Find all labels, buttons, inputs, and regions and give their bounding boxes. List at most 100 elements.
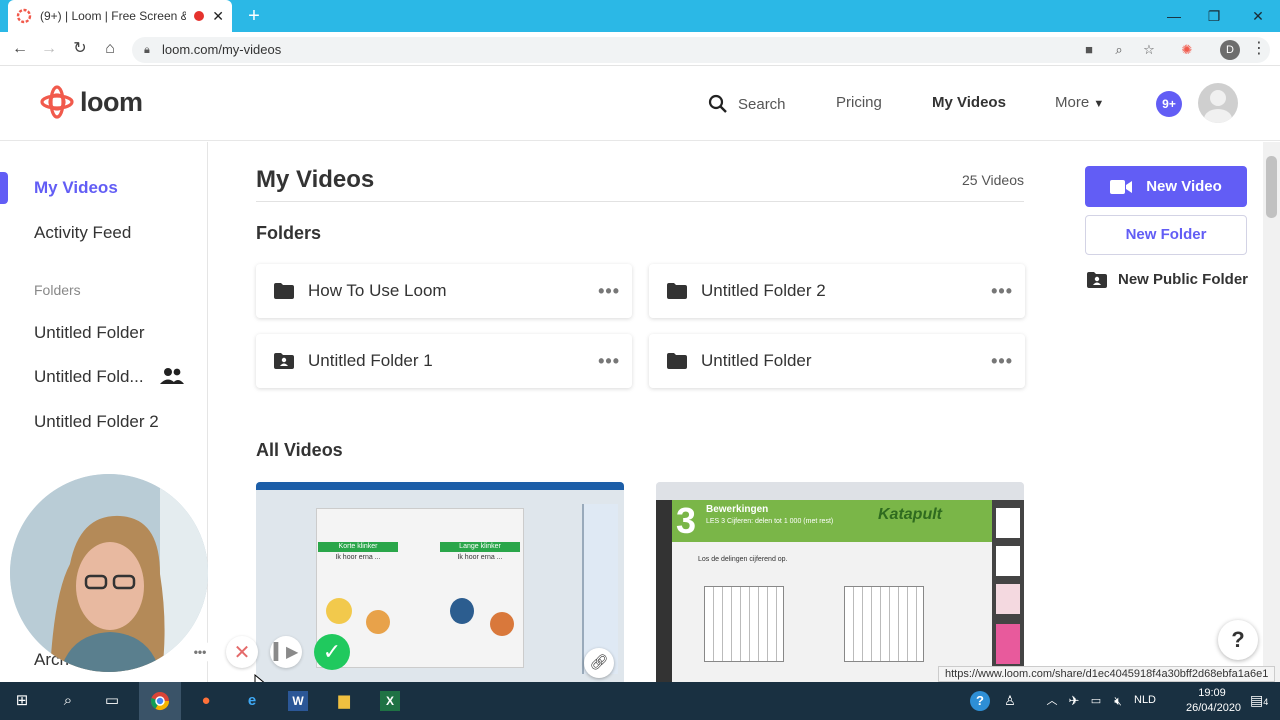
- tray-expand-icon[interactable]: ︿: [1042, 691, 1062, 711]
- address-bar-row: ← → ↻ ⌂ 🔒︎ loom.com/my-videos ■ ⌕ ☆ ✺ ⋮: [0, 32, 1280, 66]
- taskbar-search-icon[interactable]: ⌕: [58, 691, 78, 711]
- help-button[interactable]: ?: [1218, 620, 1258, 660]
- video-thumbnail[interactable]: Korte klinker Lange klinker Ik hoor erna…: [256, 482, 624, 682]
- people-icon[interactable]: ♙: [1000, 691, 1020, 711]
- folder-card[interactable]: Untitled Folder 2 •••: [649, 264, 1025, 318]
- home-icon[interactable]: ⌂: [101, 40, 119, 58]
- thumb-heading: Bewerkingen: [706, 504, 769, 515]
- windows-start-icon[interactable]: ⊞: [12, 691, 32, 711]
- folder-options-icon[interactable]: •••: [598, 351, 620, 372]
- new-video-button[interactable]: New Video: [1085, 166, 1247, 207]
- volume-muted-icon[interactable]: 🔇︎: [1108, 691, 1128, 711]
- browser-tab-bar: (9+) | Loom | Free Screen & • ✕ + — ❐ ✕: [0, 0, 1280, 32]
- camera-permission-icon[interactable]: ■: [1080, 41, 1098, 59]
- folder-card[interactable]: Untitled Folder •••: [649, 334, 1025, 388]
- firefox-icon[interactable]: ●: [196, 691, 216, 711]
- close-window-icon[interactable]: ✕: [1248, 6, 1268, 26]
- chrome-logo-icon: [150, 692, 169, 711]
- new-public-folder-button[interactable]: New Public Folder: [1087, 271, 1248, 288]
- folder-name: Untitled Folder 2: [701, 281, 826, 300]
- recorder-more-icon[interactable]: •••: [188, 640, 212, 664]
- scrollbar[interactable]: [1263, 142, 1280, 682]
- file-explorer-icon[interactable]: ▆: [334, 691, 354, 711]
- user-avatar[interactable]: [1198, 83, 1238, 123]
- airplane-icon[interactable]: ✈: [1064, 691, 1084, 711]
- browser-tab[interactable]: (9+) | Loom | Free Screen & • ✕: [8, 0, 232, 32]
- nav-more[interactable]: More ▼: [1055, 94, 1104, 111]
- folder-options-icon[interactable]: •••: [598, 281, 620, 302]
- reload-icon[interactable]: ↻: [71, 40, 89, 58]
- folder-options-icon[interactable]: •••: [991, 281, 1013, 302]
- thumb-browser-bar: [656, 482, 1024, 500]
- loom-favicon-icon: [16, 8, 32, 24]
- minimize-icon[interactable]: —: [1164, 6, 1184, 26]
- video-thumbnail[interactable]: 3 Bewerkingen LES 3 Cijferen: delen tot …: [656, 482, 1024, 682]
- sidebar-item-my-videos[interactable]: My Videos: [34, 178, 118, 198]
- input-language[interactable]: NLD: [1134, 694, 1156, 706]
- thumb-grid: [844, 586, 924, 662]
- nav-pricing[interactable]: Pricing: [836, 94, 882, 111]
- notifications-badge[interactable]: 9+: [1156, 91, 1182, 117]
- recorder-pause-icon[interactable]: ▍▶: [270, 636, 302, 668]
- scrollbar-thumb[interactable]: [1266, 156, 1277, 218]
- loom-extension-icon[interactable]: ✺: [1178, 41, 1196, 59]
- user-avatar-icon: [1204, 90, 1232, 123]
- url-input[interactable]: 🔒︎ loom.com/my-videos ■ ⌕ ☆ ✺: [132, 37, 1270, 63]
- task-view-icon[interactable]: ▭: [102, 691, 122, 711]
- tab-title: (9+) | Loom | Free Screen & •: [40, 9, 187, 23]
- loom-logo[interactable]: loom: [40, 85, 143, 119]
- link-status-url: https://www.loom.com/share/d1ec4045918f4…: [938, 666, 1276, 682]
- sidebar-folder-item[interactable]: Untitled Fold...: [34, 367, 144, 387]
- thumb-image-icon: [326, 598, 352, 624]
- search-button[interactable]: Search: [708, 94, 786, 114]
- battery-icon[interactable]: ▭: [1086, 691, 1106, 711]
- new-tab-button[interactable]: +: [244, 6, 264, 26]
- thumb-grid: [704, 586, 784, 662]
- thumb-lesson-number: 3: [676, 500, 697, 541]
- close-tab-icon[interactable]: ✕: [212, 8, 224, 25]
- sidebar-folder-item[interactable]: Untitled Folder: [34, 323, 145, 343]
- word-icon[interactable]: W: [288, 691, 308, 711]
- sidebar-folders-heading: Folders: [34, 282, 81, 298]
- shared-folder-icon: [274, 353, 294, 369]
- clock-time: 19:09: [1198, 687, 1226, 699]
- recording-indicator-icon: [194, 11, 205, 21]
- zoom-icon[interactable]: ⌕: [1110, 41, 1128, 59]
- bookmark-star-icon[interactable]: ☆: [1140, 41, 1158, 59]
- folder-card[interactable]: Untitled Folder 1 •••: [256, 334, 632, 388]
- forward-icon[interactable]: →: [40, 40, 58, 58]
- webcam-person-image: [10, 474, 208, 672]
- back-icon[interactable]: ←: [11, 40, 29, 58]
- thumb-page-preview: [996, 546, 1020, 576]
- internet-explorer-icon[interactable]: e: [242, 691, 262, 711]
- url-text: loom.com/my-videos: [162, 42, 282, 57]
- copy-link-icon[interactable]: 🔗︎: [584, 648, 614, 678]
- thumb-page-preview: [996, 624, 1020, 664]
- notification-center-icon[interactable]: ▤4: [1250, 692, 1268, 709]
- new-folder-button[interactable]: New Folder: [1085, 215, 1247, 255]
- active-indicator: [0, 172, 8, 204]
- caret-down-icon: ▼: [1093, 98, 1105, 110]
- folder-options-icon[interactable]: •••: [991, 351, 1013, 372]
- folders-heading: Folders: [256, 223, 322, 243]
- video-camera-icon: [1110, 179, 1133, 194]
- chrome-icon[interactable]: [150, 691, 170, 711]
- folder-card[interactable]: How To Use Loom •••: [256, 264, 632, 318]
- lock-icon: 🔒︎: [144, 44, 150, 56]
- restore-icon[interactable]: ❐: [1204, 6, 1224, 26]
- sidebar-folder-item[interactable]: Untitled Folder 2: [34, 412, 159, 432]
- nav-my-videos[interactable]: My Videos: [932, 94, 1006, 111]
- new-video-label: New Video: [1146, 178, 1222, 195]
- excel-icon[interactable]: X: [380, 691, 400, 711]
- all-videos-heading: All Videos: [256, 440, 343, 460]
- browser-menu-icon[interactable]: ⋮: [1250, 40, 1268, 58]
- folder-name: How To Use Loom: [308, 281, 447, 300]
- thumb-page-preview: [996, 508, 1020, 538]
- clock[interactable]: 19:09 26/04/2020: [1186, 686, 1241, 716]
- help-tray-icon[interactable]: ?: [970, 691, 990, 711]
- webcam-bubble[interactable]: [10, 474, 208, 672]
- sidebar-item-activity-feed[interactable]: Activity Feed: [34, 223, 131, 243]
- recorder-done-icon[interactable]: ✓: [314, 634, 350, 670]
- profile-avatar[interactable]: D: [1220, 40, 1240, 60]
- recorder-cancel-icon[interactable]: ✕: [226, 636, 258, 668]
